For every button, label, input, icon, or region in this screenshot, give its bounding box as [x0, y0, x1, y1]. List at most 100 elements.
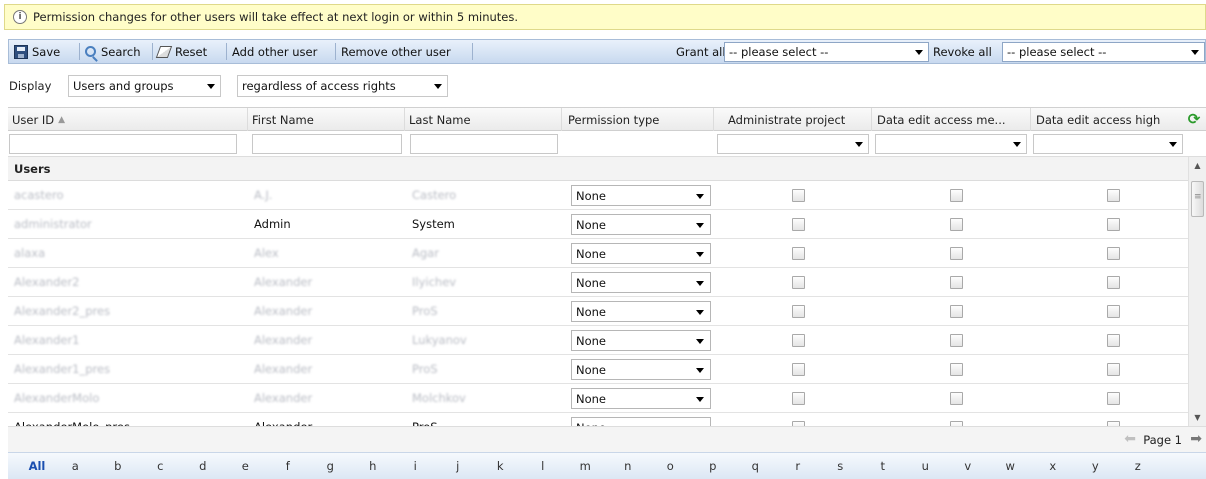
column-header-user-id[interactable]: User ID ▲ — [8, 108, 248, 131]
permission-type-select[interactable]: None — [571, 301, 711, 322]
alphabet-filter-letter[interactable]: u — [904, 459, 947, 473]
administrate-project-checkbox[interactable] — [792, 218, 805, 231]
alphabet-filter-letter[interactable]: l — [522, 459, 565, 473]
first-name-filter-input[interactable] — [252, 134, 402, 154]
data-edit-high-checkbox[interactable] — [1107, 392, 1120, 405]
table-row[interactable]: AlexanderMolo Alexander Molchkov None — [8, 384, 1188, 413]
save-button[interactable]: Save — [11, 42, 63, 61]
add-other-user-button[interactable]: Add other user — [229, 42, 320, 61]
administrate-project-checkbox[interactable] — [792, 363, 805, 376]
administrate-project-checkbox[interactable] — [792, 392, 805, 405]
user-id-cell: Alexander1 — [14, 333, 80, 347]
data-edit-medium-filter-select[interactable] — [875, 134, 1027, 154]
alphabet-filter-letter[interactable]: s — [819, 459, 862, 473]
column-header-data-edit-medium[interactable]: Data edit access me... — [872, 108, 1031, 131]
data-edit-high-checkbox[interactable] — [1107, 247, 1120, 260]
data-edit-high-checkbox[interactable] — [1107, 276, 1120, 289]
data-edit-medium-checkbox[interactable] — [950, 334, 963, 347]
alphabet-filter-letter[interactable]: g — [309, 459, 352, 473]
permission-type-select[interactable]: None — [571, 359, 711, 380]
administrate-project-checkbox[interactable] — [792, 247, 805, 260]
alphabet-filter-letter[interactable]: v — [947, 459, 990, 473]
alphabet-filter-letter[interactable]: y — [1074, 459, 1117, 473]
permission-type-select[interactable]: None — [571, 185, 711, 206]
administrate-project-checkbox[interactable] — [792, 305, 805, 318]
administrate-project-checkbox[interactable] — [792, 334, 805, 347]
chevron-down-icon — [1191, 50, 1199, 55]
arrow-left-icon[interactable]: ⬅ — [1124, 432, 1136, 446]
table-row[interactable]: Alexander1_pres Alexander ProS None — [8, 355, 1188, 384]
alphabet-filter-letter[interactable]: t — [862, 459, 905, 473]
table-row[interactable]: Alexander1 Alexander Lukyanov None — [8, 326, 1188, 355]
revoke-all-select[interactable]: -- please select -- — [1002, 42, 1205, 62]
scrollbar-thumb[interactable] — [1191, 181, 1204, 217]
alphabet-filter-letter[interactable]: r — [777, 459, 820, 473]
alphabet-filter-letter[interactable]: p — [692, 459, 735, 473]
vertical-scrollbar[interactable]: ▲ ▼ — [1188, 157, 1206, 426]
table-row[interactable]: alaxa Alex Agar None — [8, 239, 1188, 268]
remove-other-user-button[interactable]: Remove other user — [338, 42, 454, 61]
alphabet-filter-letter[interactable]: a — [54, 459, 97, 473]
data-edit-high-checkbox[interactable] — [1107, 305, 1120, 318]
data-edit-medium-checkbox[interactable] — [950, 247, 963, 260]
permission-type-select[interactable]: None — [571, 243, 711, 264]
table-row[interactable]: administrator Admin System None — [8, 210, 1188, 239]
alphabet-filter-letter[interactable]: e — [224, 459, 267, 473]
column-header-permission-type[interactable]: Permission type — [564, 108, 714, 131]
column-header-last-name[interactable]: Last Name — [405, 108, 562, 131]
arrow-right-icon[interactable]: ➡ — [1190, 432, 1202, 446]
column-header-data-edit-high[interactable]: Data edit access high — [1031, 108, 1183, 131]
scroll-down-arrow-icon[interactable]: ▼ — [1189, 409, 1206, 426]
grant-all-select[interactable]: -- please select -- — [724, 42, 929, 62]
table-row[interactable]: Alexander2 Alexander Ilyichev None — [8, 268, 1188, 297]
alphabet-filter-letter[interactable]: z — [1117, 459, 1160, 473]
alphabet-filter-letter[interactable]: k — [479, 459, 522, 473]
alphabet-filter-letter[interactable]: i — [394, 459, 437, 473]
alphabet-filter-letter[interactable]: h — [352, 459, 395, 473]
data-edit-medium-checkbox[interactable] — [950, 189, 963, 202]
data-edit-high-checkbox[interactable] — [1107, 189, 1120, 202]
alphabet-filter-letter[interactable]: d — [182, 459, 225, 473]
administrate-project-checkbox[interactable] — [792, 276, 805, 289]
data-edit-medium-checkbox[interactable] — [950, 276, 963, 289]
alphabet-filter-letter[interactable]: b — [97, 459, 140, 473]
data-edit-medium-checkbox[interactable] — [950, 363, 963, 376]
alphabet-filter-letter[interactable]: m — [564, 459, 607, 473]
data-edit-high-checkbox[interactable] — [1107, 334, 1120, 347]
search-button[interactable]: Search — [82, 42, 144, 61]
administrate-project-filter-select[interactable] — [717, 134, 869, 154]
alphabet-filter-letter[interactable]: f — [267, 459, 310, 473]
table-row[interactable]: acastero A.J. Castero None — [8, 181, 1188, 210]
refresh-icon[interactable]: ⟳ — [1186, 111, 1202, 127]
data-edit-high-checkbox[interactable] — [1107, 218, 1120, 231]
display-mode-select[interactable]: Users and groups — [68, 75, 221, 97]
column-header-administrate-project[interactable]: Administrate project — [722, 108, 872, 131]
alphabet-filter-letter[interactable]: w — [989, 459, 1032, 473]
data-edit-medium-checkbox[interactable] — [950, 392, 963, 405]
last-name-filter-input[interactable] — [410, 134, 558, 154]
permission-type-select[interactable]: None — [571, 417, 711, 426]
access-rights-select[interactable]: regardless of access rights — [237, 75, 448, 97]
permission-type-select[interactable]: None — [571, 330, 711, 351]
table-row[interactable]: AlexanderMolo_presAlexanderProS None — [8, 413, 1188, 426]
alphabet-filter-letter[interactable]: x — [1032, 459, 1075, 473]
table-row[interactable]: Alexander2_pres Alexander ProS None — [8, 297, 1188, 326]
alphabet-filter-letter[interactable]: n — [607, 459, 650, 473]
data-edit-medium-checkbox[interactable] — [950, 305, 963, 318]
data-edit-medium-checkbox[interactable] — [950, 218, 963, 231]
alphabet-filter-letter[interactable]: q — [734, 459, 777, 473]
administrate-project-checkbox[interactable] — [792, 189, 805, 202]
column-header-first-name[interactable]: First Name — [248, 108, 405, 131]
data-edit-high-checkbox[interactable] — [1107, 363, 1120, 376]
alphabet-filter-letter[interactable]: c — [139, 459, 182, 473]
permission-type-select[interactable]: None — [571, 214, 711, 235]
permission-type-select[interactable]: None — [571, 272, 711, 293]
scroll-up-arrow-icon[interactable]: ▲ — [1189, 157, 1206, 174]
permission-type-select[interactable]: None — [571, 388, 711, 409]
data-edit-high-filter-select[interactable] — [1033, 134, 1183, 154]
alphabet-filter-letter[interactable]: j — [437, 459, 480, 473]
reset-button[interactable]: Reset — [155, 42, 210, 61]
alphabet-filter-all[interactable]: All — [20, 459, 54, 473]
alphabet-filter-letter[interactable]: o — [649, 459, 692, 473]
user-id-filter-input[interactable] — [9, 134, 237, 154]
